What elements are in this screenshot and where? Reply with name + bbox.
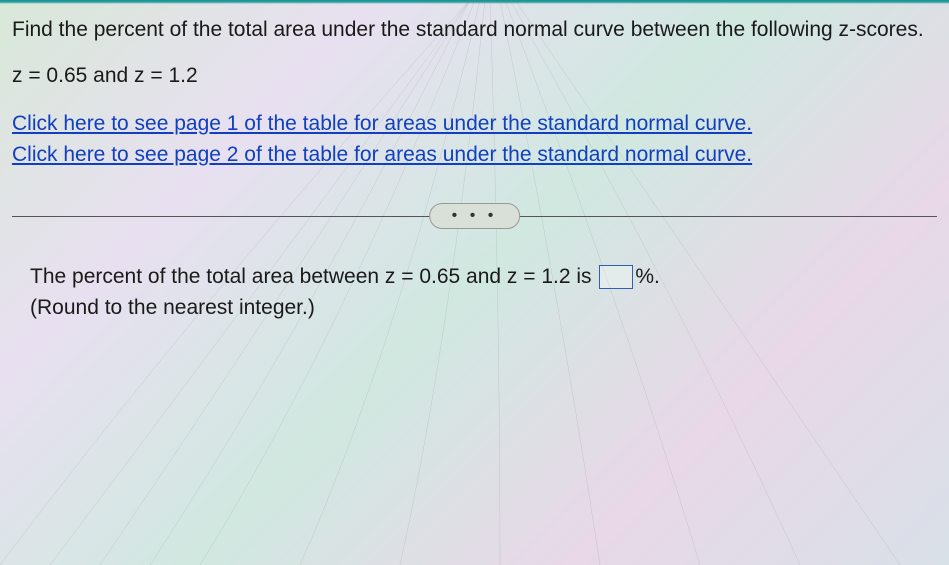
expand-dots-button[interactable]: • • • [429, 203, 521, 229]
table-page-1-link[interactable]: Click here to see page 1 of the table fo… [12, 112, 752, 135]
answer-input-box[interactable] [599, 265, 633, 289]
answer-prefix-text: The percent of the total area between z … [30, 265, 597, 288]
question-prompt: Find the percent of the total area under… [12, 14, 937, 46]
content-area: Find the percent of the total area under… [0, 4, 949, 334]
rounding-hint: (Round to the nearest integer.) [30, 292, 937, 324]
divider-row: • • • [12, 201, 937, 231]
table-page-2-link[interactable]: Click here to see page 2 of the table fo… [12, 143, 752, 166]
table-links-block: Click here to see page 1 of the table fo… [12, 108, 937, 171]
z-score-values: z = 0.65 and z = 1.2 [12, 64, 937, 88]
answer-suffix-text: %. [635, 265, 660, 288]
answer-block: The percent of the total area between z … [12, 261, 937, 324]
